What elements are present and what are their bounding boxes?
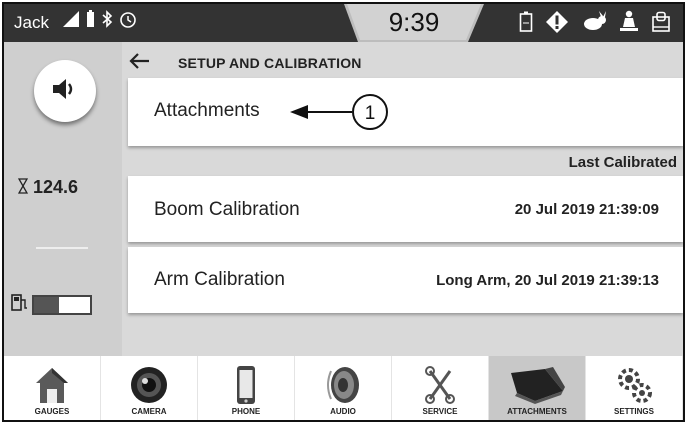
signal-icon [62, 10, 80, 33]
tab-label: SETTINGS [613, 407, 654, 416]
fuel-display-icon [651, 11, 671, 38]
tab-label: PHONE [231, 407, 261, 416]
phone-icon [234, 365, 258, 405]
rabbit-speed-icon [581, 11, 607, 38]
clock-tab: 9:39 [344, 4, 484, 42]
tab-phone[interactable]: PHONE [198, 356, 295, 420]
bluetooth-icon [101, 10, 113, 33]
row-label: Attachments [154, 100, 260, 121]
attachments-row[interactable]: Attachments 1 [128, 78, 683, 146]
row-value: Long Arm, 20 Jul 2019 21:39:13 [436, 272, 659, 289]
tab-label: SERVICE [422, 407, 458, 416]
callout-number: 1 [365, 103, 376, 124]
last-calibrated-label: Last Calibrated [568, 154, 677, 171]
warning-diamond-icon [545, 10, 569, 39]
wrench-icon [422, 365, 458, 405]
tab-camera[interactable]: CAMERA [101, 356, 198, 420]
row-label: Boom Calibration [154, 199, 300, 220]
row-label: Arm Calibration [154, 269, 285, 290]
display-frame: Jack 9:39 124.6 SETUP AND CALIBRATION At… [2, 2, 685, 422]
boom-calibration-row[interactable]: Boom Calibration 20 Jul 2019 21:39:09 [128, 176, 683, 242]
clock-icon [119, 10, 137, 33]
tab-service[interactable]: SERVICE [392, 356, 489, 420]
tab-label: CAMERA [131, 407, 167, 416]
callout-arrow: 1 [290, 92, 390, 137]
engine-hours: 124.6 [17, 177, 79, 198]
speaker-icon [50, 76, 80, 107]
battery-status-icon [519, 11, 533, 38]
fuel-pump-icon [10, 292, 28, 317]
fuel-level-bar [32, 294, 92, 315]
operator-icon [619, 10, 639, 39]
tab-label: GAUGES [34, 407, 70, 416]
arm-calibration-row[interactable]: Arm Calibration Long Arm, 20 Jul 2019 21… [128, 247, 683, 313]
status-bar: Jack 9:39 [4, 4, 683, 42]
hourglass-icon [17, 177, 33, 197]
tab-settings[interactable]: SETTINGS [586, 356, 683, 420]
tab-label: AUDIO [330, 407, 356, 416]
user-name: Jack [14, 13, 49, 32]
tab-audio[interactable]: AUDIO [295, 356, 392, 420]
bucket-icon [505, 365, 569, 405]
fuel-gauge [10, 292, 92, 317]
engine-hours-value: 124.6 [33, 177, 79, 197]
row-value: 20 Jul 2019 21:39:09 [514, 201, 659, 218]
tab-gauges[interactable]: GAUGES [4, 356, 101, 420]
battery-icon [86, 10, 95, 33]
camera-icon [129, 365, 169, 405]
house-icon [33, 365, 71, 405]
tab-label: ATTACHMENTS [507, 407, 567, 416]
speaker-icon [323, 365, 363, 405]
sidebar-divider [36, 247, 88, 249]
back-arrow-icon[interactable] [128, 52, 150, 75]
page-title: SETUP AND CALIBRATION [178, 55, 362, 71]
bottom-nav: GAUGES CAMERA PHONE AUDIO SERVICE ATTACH… [4, 356, 683, 420]
page-header: SETUP AND CALIBRATION [122, 42, 683, 82]
tab-attachments[interactable]: ATTACHMENTS [489, 356, 586, 420]
left-sidebar: 124.6 [4, 42, 122, 356]
gears-icon [614, 365, 654, 405]
volume-button[interactable] [34, 60, 96, 122]
clock-time: 9:39 [388, 7, 440, 37]
